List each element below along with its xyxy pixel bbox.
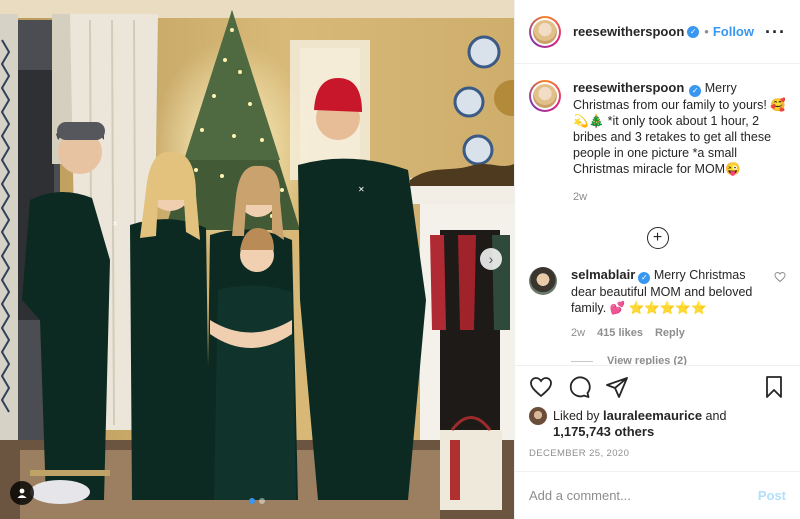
comments-area[interactable]: reesewitherspoon ✓ Merry Christmas from o… bbox=[515, 64, 800, 365]
carousel-indicator bbox=[0, 498, 514, 504]
post-comment-button[interactable]: Post bbox=[758, 488, 786, 503]
header-username[interactable]: reesewitherspoon bbox=[573, 24, 684, 39]
liked-by-and: and bbox=[705, 409, 727, 423]
verified-badge-icon: ✓ bbox=[687, 25, 700, 38]
liked-by-user[interactable]: lauraleemaurice bbox=[603, 408, 702, 423]
comment-avatar[interactable] bbox=[529, 267, 557, 295]
header-user: reesewitherspoon ✓ • Follow bbox=[573, 24, 754, 39]
reply-button[interactable]: Reply bbox=[655, 325, 685, 341]
heart-icon[interactable] bbox=[529, 375, 553, 399]
post-dialog: ✕ ✕ › reesewitherspoon ✓ • Follow ··· re… bbox=[0, 0, 800, 519]
post-side-panel: reesewitherspoon ✓ • Follow ··· reesewit… bbox=[514, 0, 800, 519]
comment-like-heart-icon[interactable] bbox=[774, 271, 786, 283]
header-separator: • bbox=[704, 24, 709, 39]
comment-input[interactable] bbox=[529, 488, 758, 503]
comment-meta: 2w 415 likes Reply bbox=[571, 325, 766, 341]
liked-by-text: Liked by lauraleemaurice and 1,175,743 o… bbox=[553, 408, 786, 440]
comment-item: selmablair ✓ Merry Christmas dear beautif… bbox=[529, 267, 786, 341]
action-bar bbox=[529, 372, 786, 402]
liked-by-prefix: Liked by bbox=[553, 409, 600, 423]
verified-badge-icon: ✓ bbox=[638, 272, 651, 284]
carousel-dot-active bbox=[249, 498, 255, 504]
share-icon[interactable] bbox=[605, 375, 629, 399]
caption-body: reesewitherspoon ✓ Merry Christmas from o… bbox=[573, 80, 786, 205]
likes-count[interactable]: 1,175,743 others bbox=[553, 424, 654, 439]
carousel-dot bbox=[259, 498, 265, 504]
caption-username[interactable]: reesewitherspoon bbox=[573, 80, 684, 95]
add-comment-bar: Post bbox=[515, 471, 800, 519]
post-photo[interactable]: ✕ ✕ › bbox=[0, 0, 514, 519]
comment-body: selmablair ✓ Merry Christmas dear beautif… bbox=[571, 267, 786, 341]
caption-text: Merry Christmas from our family to yours… bbox=[573, 81, 786, 176]
svg-text:✕: ✕ bbox=[358, 185, 365, 194]
more-options-icon[interactable]: ··· bbox=[765, 23, 786, 41]
chevron-right-icon[interactable]: › bbox=[480, 248, 502, 270]
comment-username[interactable]: selmablair bbox=[571, 267, 635, 282]
view-replies[interactable]: View replies (2) bbox=[571, 355, 786, 365]
load-more-comments[interactable]: + bbox=[529, 227, 786, 249]
family-photo-illustration: ✕ ✕ bbox=[0, 0, 514, 519]
view-replies-line bbox=[571, 360, 593, 362]
comment-timestamp[interactable]: 2w bbox=[571, 325, 585, 341]
plus-circle-icon[interactable]: + bbox=[646, 227, 669, 249]
liked-by: Liked by lauraleemaurice and 1,175,743 o… bbox=[529, 407, 786, 440]
caption: reesewitherspoon ✓ Merry Christmas from o… bbox=[529, 80, 786, 205]
bookmark-icon[interactable] bbox=[762, 375, 786, 399]
svg-text:✕: ✕ bbox=[112, 220, 118, 228]
liked-by-avatar[interactable] bbox=[529, 407, 547, 425]
verified-badge-icon: ✓ bbox=[689, 85, 702, 97]
caption-avatar[interactable] bbox=[529, 80, 561, 112]
follow-button[interactable]: Follow bbox=[713, 24, 754, 39]
comment-likes[interactable]: 415 likes bbox=[597, 325, 643, 341]
caption-timestamp[interactable]: 2w bbox=[573, 189, 786, 205]
post-header: reesewitherspoon ✓ • Follow ··· bbox=[515, 0, 800, 64]
post-date[interactable]: DECEMBER 25, 2020 bbox=[529, 448, 786, 459]
view-replies-label[interactable]: View replies (2) bbox=[607, 355, 687, 365]
avatar[interactable] bbox=[529, 15, 561, 48]
comment-icon[interactable] bbox=[567, 375, 591, 399]
post-actions-section: Liked by lauraleemaurice and 1,175,743 o… bbox=[515, 365, 800, 459]
